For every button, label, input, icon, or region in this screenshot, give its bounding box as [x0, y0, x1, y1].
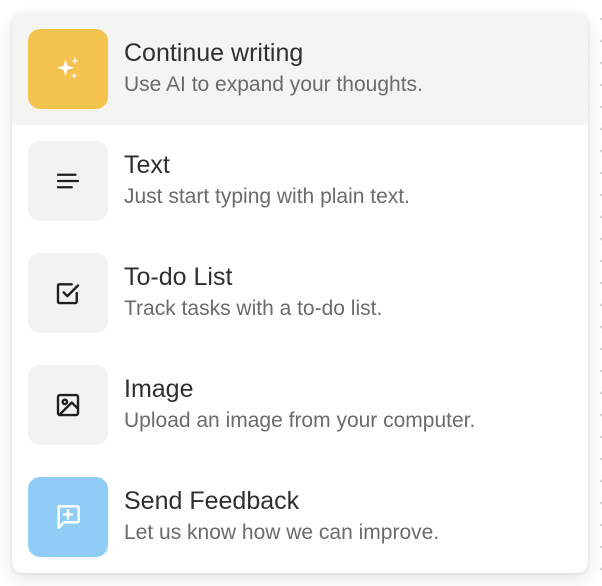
- menu-item-title: To-do List: [124, 263, 233, 291]
- menu-item-icon-box: [28, 29, 108, 109]
- menu-item-continue-writing[interactable]: Continue writing Use AI to expand your t…: [12, 13, 588, 125]
- menu-item-description: Let us know how we can improve.: [124, 521, 440, 544]
- menu-item-icon-box: [28, 477, 108, 557]
- menu-item-description: Use AI to expand your thoughts.: [124, 73, 423, 96]
- menu-item-send-feedback[interactable]: Send Feedback Let us know how we can imp…: [12, 461, 588, 573]
- menu-item-todo-list[interactable]: To-do List Track tasks with a to-do list…: [12, 237, 588, 349]
- checkbox-icon: [56, 283, 80, 305]
- menu-item-title: Continue writing: [124, 39, 304, 67]
- screen: Continue writing Use AI to expand your t…: [0, 0, 602, 586]
- image-icon: [56, 393, 80, 417]
- menu-item-image[interactable]: Image Upload an image from your computer…: [12, 349, 588, 461]
- menu-item-icon-box: [28, 253, 108, 333]
- menu-item-title: Text: [124, 151, 170, 179]
- slash-command-menu: Continue writing Use AI to expand your t…: [12, 13, 588, 573]
- text-lines-icon: [56, 173, 80, 189]
- background-dot-pattern: [588, 0, 602, 586]
- menu-item-icon-box: [28, 365, 108, 445]
- menu-item-icon-box: [28, 141, 108, 221]
- sparkles-icon: [56, 57, 79, 79]
- menu-item-description: Track tasks with a to-do list.: [124, 297, 383, 320]
- menu-item-text[interactable]: Text Just start typing with plain text.: [12, 125, 588, 237]
- menu-item-title: Image: [124, 375, 194, 403]
- menu-item-description: Upload an image from your computer.: [124, 409, 476, 432]
- menu-item-title: Send Feedback: [124, 487, 300, 515]
- menu-item-description: Just start typing with plain text.: [124, 185, 410, 208]
- message-plus-icon: [57, 505, 80, 529]
